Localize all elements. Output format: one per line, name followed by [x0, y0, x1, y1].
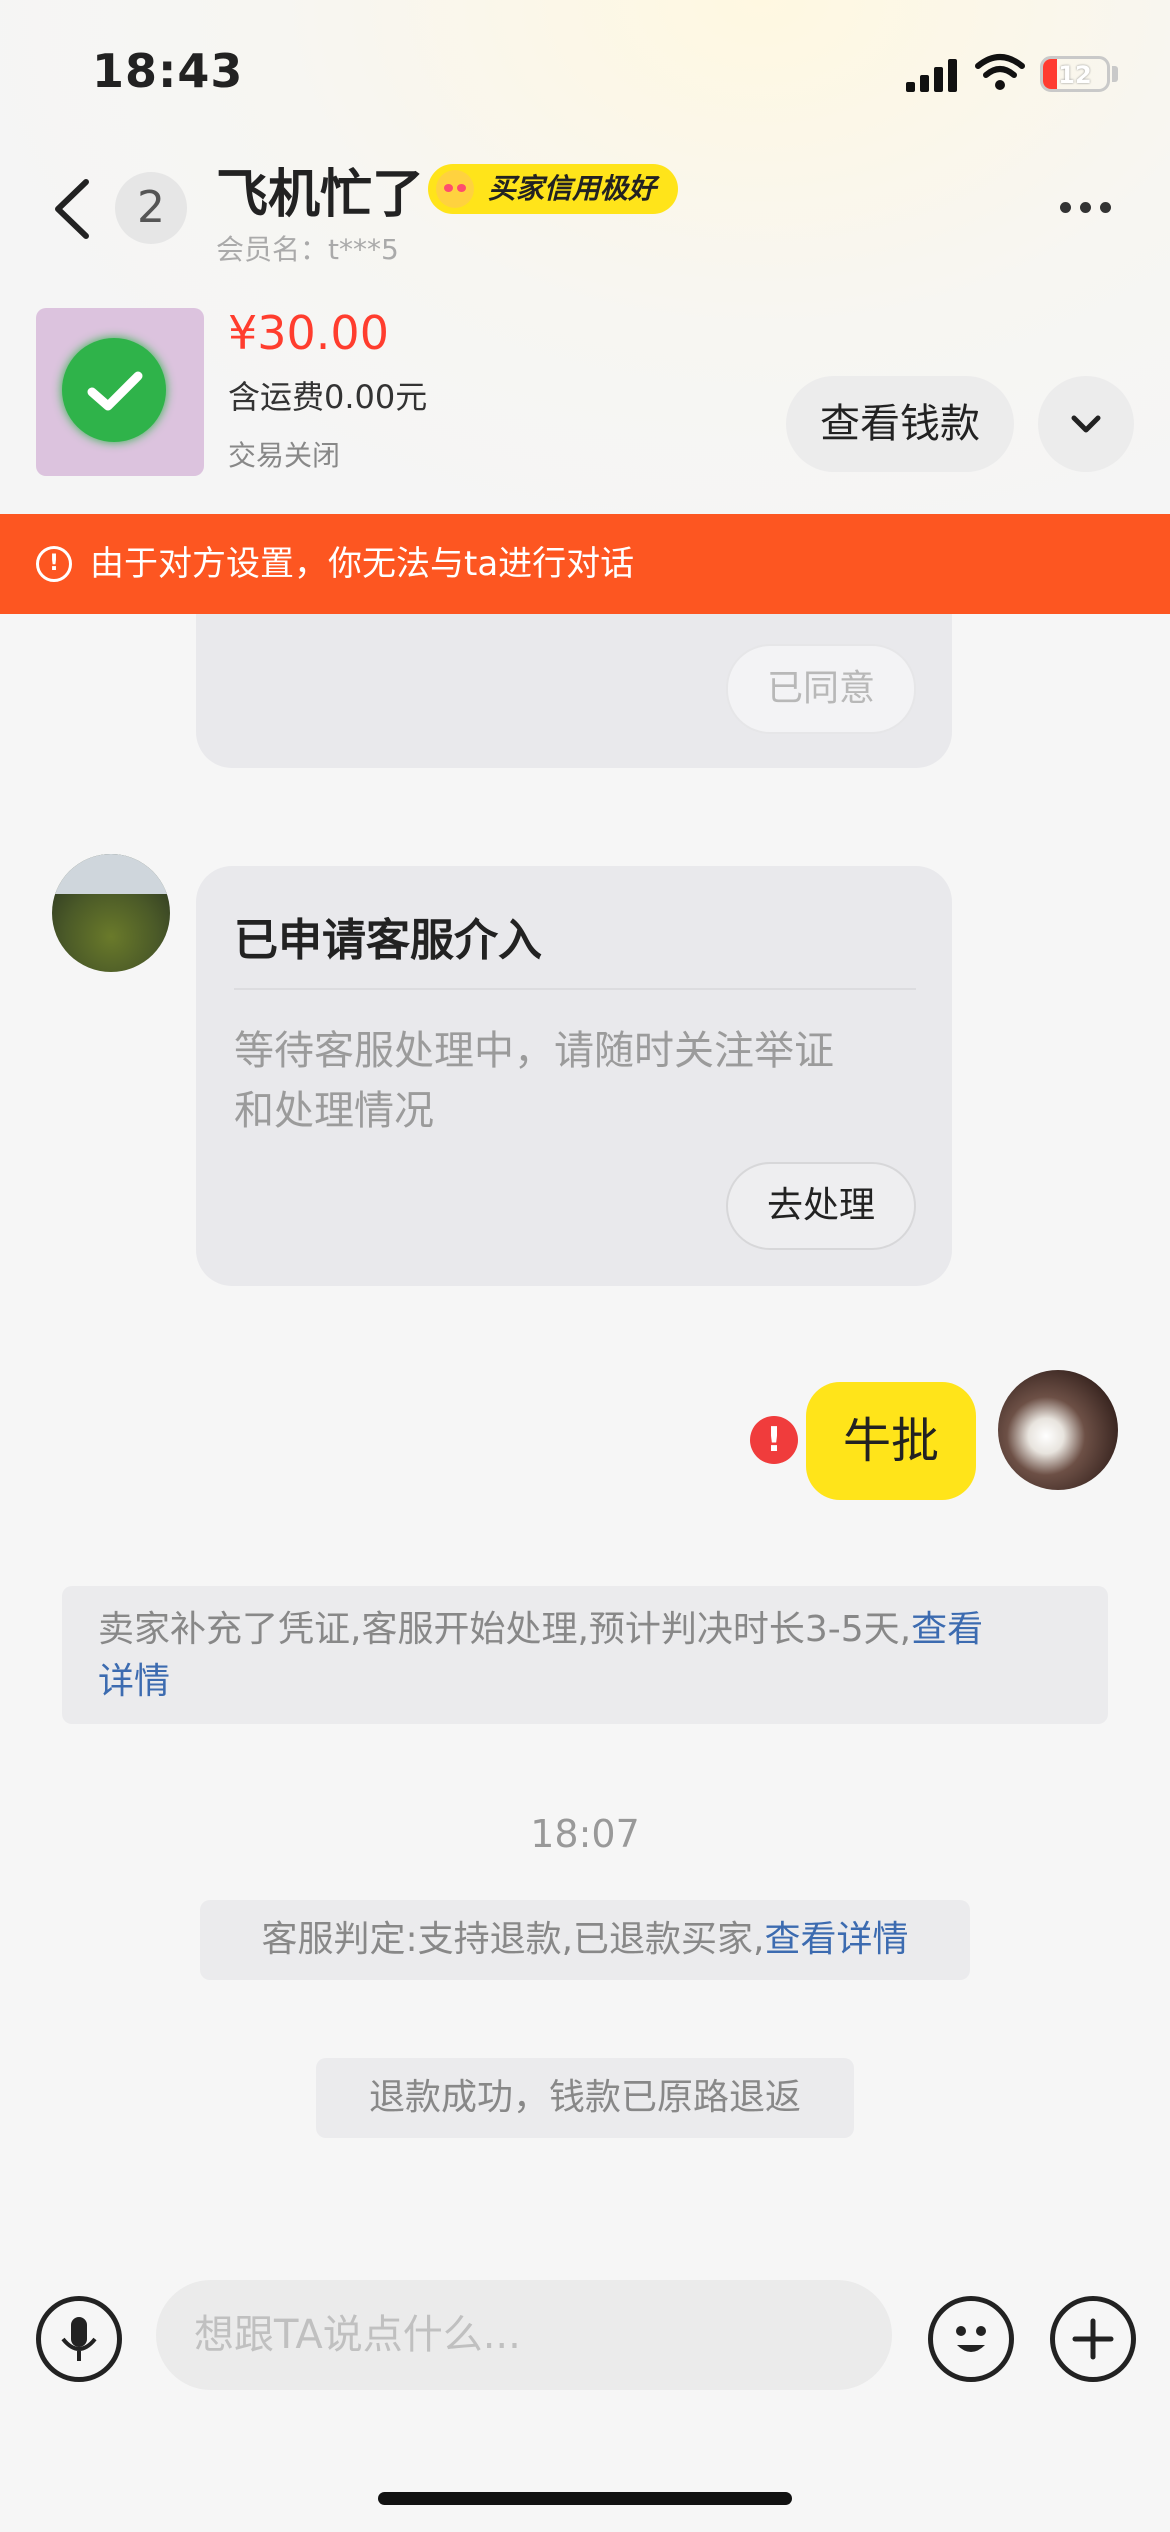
send-failed-icon[interactable]: ! — [750, 1416, 798, 1464]
battery-icon: 12 — [1040, 56, 1110, 92]
intervention-body-line1: 等待客服处理中，请随时关注举证 — [234, 1028, 834, 1074]
status-time: 18:43 — [92, 44, 244, 98]
notice-text: 由于对方设置，你无法与ta进行对话 — [90, 544, 635, 584]
alert-icon: ! — [36, 546, 72, 582]
back-icon[interactable] — [50, 178, 94, 240]
system-message-verdict: 客服判定:支持退款,已退款买家,查看详情 — [200, 1900, 970, 1980]
unread-count-badge: 2 — [115, 172, 187, 244]
voice-input-button[interactable] — [36, 2296, 122, 2382]
emoji-icon — [956, 2326, 986, 2352]
view-payment-button[interactable]: 查看钱款 — [786, 376, 1014, 472]
home-indicator[interactable] — [378, 2492, 792, 2505]
plus-icon — [1072, 2318, 1114, 2360]
seller-avatar[interactable] — [52, 854, 170, 972]
view-details-link[interactable]: 查看详情 — [765, 1919, 909, 1960]
credit-badge[interactable]: 买家信用极好 — [428, 164, 679, 214]
agreed-button: 已同意 — [726, 644, 916, 734]
handle-button[interactable]: 去处理 — [726, 1162, 916, 1250]
view-link[interactable]: 查看 — [911, 1609, 983, 1650]
system-message-evidence: 卖家补充了凭证,客服开始处理,预计判决时长3-5天,查看详情 — [62, 1586, 1108, 1724]
timestamp: 18:07 — [530, 1812, 640, 1856]
more-options-icon[interactable] — [1060, 198, 1120, 217]
details-link[interactable]: 详情 — [98, 1661, 170, 1702]
message-input[interactable]: 想跟TA说点什么... — [156, 2280, 892, 2390]
add-button[interactable] — [1050, 2296, 1136, 2382]
system-message-refund: 退款成功，钱款已原路退返 — [316, 2058, 854, 2138]
check-circle-icon — [62, 338, 166, 442]
microphone-icon — [61, 2317, 97, 2361]
expand-button[interactable] — [1038, 376, 1134, 472]
card-divider — [234, 988, 916, 990]
system-message-evidence-text: 卖家补充了凭证,客服开始处理,预计判决时长3-5天, — [98, 1609, 912, 1650]
intervention-body-line2: 和处理情况 — [234, 1088, 434, 1134]
blocked-notice-banner: ! 由于对方设置，你无法与ta进行对话 — [0, 514, 1170, 614]
smile-face-icon — [436, 170, 474, 208]
my-avatar[interactable] — [998, 1370, 1118, 1490]
shipping-fee: 含运费0.00元 — [228, 378, 428, 416]
order-status: 交易关闭 — [228, 439, 341, 472]
my-message-bubble[interactable]: 牛批 — [806, 1382, 976, 1500]
credit-badge-label: 买家信用极好 — [488, 172, 657, 205]
system-message-verdict-text: 客服判定:支持退款,已退款买家, — [261, 1919, 765, 1960]
chat-title[interactable]: 飞机忙了 — [216, 152, 424, 227]
member-name: 会员名：t***5 — [216, 233, 399, 266]
order-price: ¥30.00 — [228, 306, 389, 360]
product-thumbnail[interactable] — [36, 308, 204, 476]
chevron-down-icon — [1071, 415, 1101, 433]
battery-level: 12 — [1058, 61, 1092, 89]
signal-icon — [906, 58, 958, 92]
wifi-icon — [975, 54, 1025, 90]
emoji-button[interactable] — [928, 2296, 1014, 2382]
battery-cap — [1112, 66, 1118, 82]
intervention-title: 已申请客服介入 — [234, 915, 542, 966]
